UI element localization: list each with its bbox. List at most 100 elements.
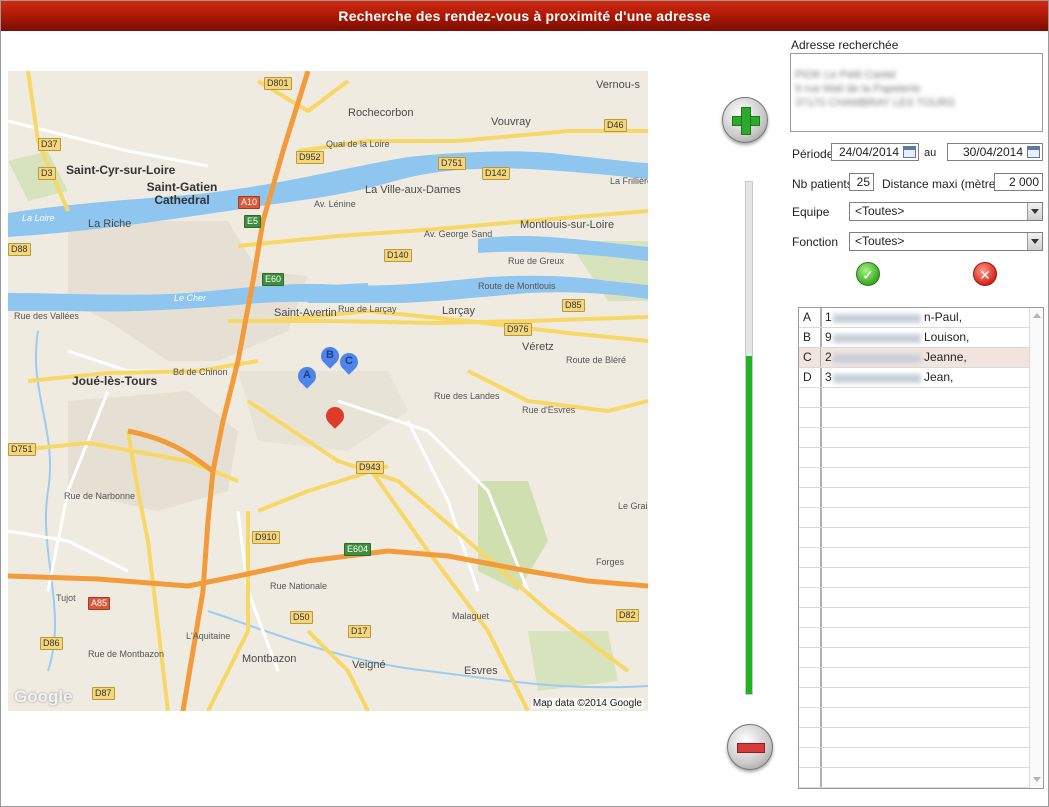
date-to-field[interactable]: 30/04/2014 (947, 143, 1043, 161)
map-town-label: Vouvray (491, 116, 531, 128)
close-icon: ✕ (979, 267, 991, 283)
table-row[interactable] (799, 608, 1029, 628)
road-shield: D50 (290, 611, 313, 624)
row-name: Jean, (924, 370, 954, 384)
row-letter (799, 428, 821, 447)
pin-icon (322, 403, 348, 429)
cancel-button[interactable]: ✕ (973, 262, 997, 286)
results-table[interactable]: A 1 n-Paul, B 9 Louison, C 2 Jeanne, D 3 Jean, (798, 307, 1044, 789)
function-select[interactable]: <Toutes> (849, 232, 1043, 251)
distance-field[interactable]: 2 000 (994, 173, 1043, 191)
map-street-label: Rue Nationale (270, 581, 328, 591)
table-row[interactable] (799, 628, 1029, 648)
table-row[interactable] (799, 768, 1029, 788)
table-row[interactable] (799, 648, 1029, 668)
table-row[interactable] (799, 408, 1029, 428)
row-letter (799, 748, 821, 767)
date-from-field[interactable]: 24/04/2014 (831, 143, 919, 161)
marker-letter: C (345, 355, 353, 367)
table-row[interactable]: B 9 Louison, (799, 328, 1029, 348)
map-marker-c[interactable]: C (336, 349, 362, 383)
road-shield: E60 (262, 273, 285, 286)
zoom-out-button[interactable] (727, 724, 773, 770)
row-letter (799, 468, 821, 487)
table-row[interactable] (799, 688, 1029, 708)
map-town-label: Vernou-s (596, 79, 641, 91)
date-to-value: 30/04/2014 (962, 145, 1023, 159)
redacted-text (833, 334, 921, 343)
map-street-label: Rue de Larçay (338, 304, 397, 314)
table-row[interactable] (799, 748, 1029, 768)
map-street-label: Rue de Montbazon (88, 649, 165, 659)
chevron-down-icon[interactable] (1027, 203, 1042, 220)
row-letter (799, 668, 821, 687)
redacted-text (833, 354, 921, 363)
function-value: <Toutes> (855, 234, 905, 248)
map-town-label: Saint-Gatien Cathedral (146, 180, 218, 207)
map-town-label: Véretz (522, 341, 554, 353)
table-row[interactable] (799, 508, 1029, 528)
table-row[interactable] (799, 428, 1029, 448)
table-row[interactable] (799, 448, 1029, 468)
table-row[interactable]: A 1 n-Paul, (799, 308, 1029, 328)
table-row[interactable]: D 3 Jean, (799, 368, 1029, 388)
table-row[interactable] (799, 568, 1029, 588)
scroll-up-icon[interactable] (1033, 313, 1041, 318)
road-shield: D140 (384, 249, 412, 262)
calendar-icon[interactable] (1027, 146, 1040, 158)
team-select[interactable]: <Toutes> (849, 202, 1043, 221)
table-row[interactable] (799, 548, 1029, 568)
redacted-text (833, 374, 921, 383)
road-shield: D87 (92, 687, 115, 700)
row-number: 2 (825, 350, 832, 364)
validate-button[interactable]: ✓ (856, 262, 880, 286)
map-town-label: Saint-Avertin (274, 307, 337, 319)
table-row[interactable] (799, 728, 1029, 748)
row-letter (799, 408, 821, 427)
row-letter (799, 648, 821, 667)
scrollbar[interactable] (1029, 308, 1043, 788)
table-row[interactable] (799, 488, 1029, 508)
patients-field[interactable]: 25 (849, 173, 874, 191)
table-row[interactable]: C 2 Jeanne, (799, 348, 1029, 368)
zoom-slider[interactable] (745, 181, 753, 695)
road-shield: A10 (238, 196, 261, 209)
chevron-down-icon[interactable] (1027, 233, 1042, 250)
row-number: 1 (825, 310, 832, 324)
road-shield: D751 (8, 443, 36, 456)
table-row[interactable] (799, 528, 1029, 548)
map-town-label: Saint-Cyr-sur-Loire (66, 163, 176, 177)
row-name: n-Paul, (924, 310, 963, 324)
map-street-label: Rue d'Esvres (522, 405, 576, 415)
redacted-text (833, 314, 921, 323)
row-letter (799, 568, 821, 587)
table-row[interactable] (799, 388, 1029, 408)
zoom-in-button[interactable] (722, 97, 768, 143)
road-shield: D952 (296, 151, 324, 164)
calendar-icon[interactable] (903, 146, 916, 158)
road-shield: D3 (38, 167, 56, 180)
map-marker-b[interactable]: B (317, 343, 343, 377)
table-row[interactable] (799, 708, 1029, 728)
function-label: Fonction (792, 235, 839, 249)
road-shield: D85 (562, 299, 585, 312)
scroll-down-icon[interactable] (1033, 777, 1041, 782)
road-shield: D910 (252, 531, 280, 544)
map-street-label: Quai de la Loire (326, 139, 390, 149)
map-marker-address[interactable] (322, 403, 348, 437)
row-letter: A (799, 308, 821, 327)
map-marker-a[interactable]: A (294, 363, 320, 397)
row-letter (799, 628, 821, 647)
map-view[interactable]: Saint-Cyr-sur-Loire Saint-Gatien Cathedr… (8, 71, 648, 711)
address-box[interactable]: PIOK Le Petit Castel 9 rue Mail de la Pa… (790, 53, 1043, 132)
map-town-label: Larçay (442, 305, 476, 317)
table-row[interactable] (799, 668, 1029, 688)
table-row[interactable] (799, 588, 1029, 608)
map-town-label: La Riche (88, 218, 132, 230)
team-label: Equipe (792, 205, 830, 219)
table-row[interactable] (799, 468, 1029, 488)
row-letter (799, 528, 821, 547)
map-street-label: Route de Bléré (566, 355, 627, 365)
zoom-slider-fill (746, 356, 752, 694)
road-shield: E604 (344, 543, 372, 556)
